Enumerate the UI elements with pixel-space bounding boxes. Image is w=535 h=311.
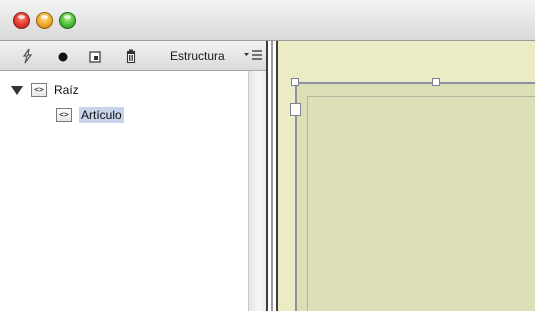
- text-frame[interactable]: [295, 82, 535, 311]
- disclosure-triangle-icon[interactable]: [11, 85, 23, 95]
- structure-toolbar: Estructura: [0, 41, 266, 71]
- xml-tag-icon: <>: [56, 108, 72, 122]
- tree-node-label: Artículo: [79, 107, 124, 123]
- pane-divider[interactable]: [266, 41, 278, 311]
- structure-panel: Estructura <> Raíz <> Artículo: [0, 41, 266, 311]
- close-window-button[interactable]: [13, 12, 30, 29]
- xml-tag-icon: <>: [31, 83, 47, 97]
- panel-menu-icon[interactable]: [242, 47, 264, 63]
- divider-grip: [271, 41, 273, 311]
- frame-in-port[interactable]: [290, 103, 301, 116]
- new-element-icon[interactable]: [87, 48, 103, 64]
- record-dot-icon[interactable]: [55, 48, 71, 64]
- trash-icon[interactable]: [123, 48, 139, 64]
- minimize-window-button[interactable]: [36, 12, 53, 29]
- tree-node-article[interactable]: <> Artículo: [56, 106, 124, 124]
- zoom-window-button[interactable]: [59, 12, 76, 29]
- panel-scrollbar[interactable]: [248, 71, 266, 311]
- title-bar: [0, 0, 535, 41]
- tree-node-root[interactable]: <> Raíz: [11, 81, 79, 99]
- panel-title: Estructura: [170, 49, 225, 63]
- frame-handle-top-middle[interactable]: [432, 78, 440, 86]
- frame-handle-top-left[interactable]: [291, 78, 299, 86]
- tree-node-label: Raíz: [54, 83, 79, 97]
- app-window: Estructura <> Raíz <> Artículo: [0, 0, 535, 311]
- structure-tree: <> Raíz <> Artículo: [0, 71, 248, 311]
- document-canvas[interactable]: [278, 41, 535, 311]
- frame-inset: [307, 96, 535, 311]
- lightning-icon[interactable]: [20, 48, 36, 64]
